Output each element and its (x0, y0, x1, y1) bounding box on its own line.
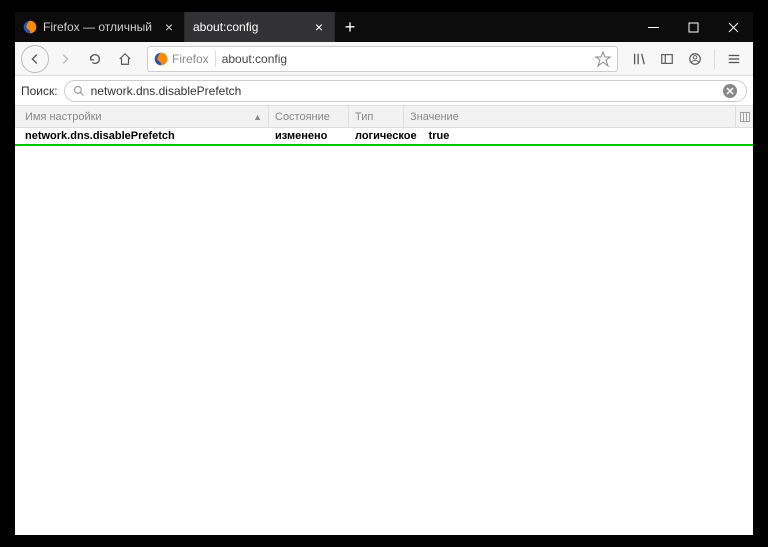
column-header-status[interactable]: Состояние (269, 106, 349, 127)
tab-1-title: about:config (193, 20, 306, 34)
column-picker-button[interactable] (735, 106, 753, 127)
search-icon (73, 85, 85, 97)
column-header-value[interactable]: Значение (404, 106, 735, 127)
home-icon (118, 52, 132, 66)
tab-1[interactable]: about:config × (185, 12, 335, 42)
arrow-right-icon (58, 52, 72, 66)
url-separator (215, 51, 216, 67)
minimize-icon (648, 22, 659, 33)
window-controls (633, 12, 753, 42)
tab-0-title: Firefox — отличный браузер (43, 20, 156, 34)
forward-button[interactable] (51, 45, 79, 73)
close-button[interactable] (713, 12, 753, 42)
reload-icon (88, 52, 102, 66)
config-search-bar: Поиск: (15, 76, 753, 106)
identity-box[interactable]: Firefox (154, 52, 209, 66)
firefox-brand-icon (154, 52, 168, 66)
tab-1-close-icon[interactable]: × (312, 20, 326, 34)
columns-icon (739, 111, 751, 123)
column-header-type[interactable]: Тип (349, 106, 404, 127)
back-button[interactable] (21, 45, 49, 73)
minimize-button[interactable] (633, 12, 673, 42)
sidebar-icon (660, 52, 674, 66)
navigation-bar: Firefox about:config (15, 42, 753, 76)
identity-label: Firefox (172, 52, 209, 66)
sidebar-button[interactable] (654, 45, 680, 73)
reload-button[interactable] (81, 45, 109, 73)
maximize-icon (688, 22, 699, 33)
clear-search-button[interactable] (722, 83, 738, 99)
maximize-button[interactable] (673, 12, 713, 42)
search-label: Поиск: (21, 84, 58, 98)
menu-button[interactable] (721, 45, 747, 73)
row-type: логическое (349, 130, 423, 142)
row-value: true (423, 130, 753, 142)
star-icon (595, 51, 611, 67)
titlebar: Firefox — отличный браузер × about:confi… (15, 12, 753, 42)
bookmark-star-button[interactable] (595, 51, 611, 67)
column-header-name[interactable]: Имя настройки ▲ (19, 106, 269, 127)
account-button[interactable] (682, 45, 708, 73)
row-name: network.dns.disablePrefetch (19, 130, 269, 142)
search-input-wrapper[interactable] (64, 80, 747, 102)
config-table-body: network.dns.disablePrefetch изменено лог… (15, 128, 753, 535)
clear-icon (722, 83, 738, 99)
row-status: изменено (269, 130, 349, 142)
url-text[interactable]: about:config (222, 52, 589, 66)
new-tab-button[interactable]: + (335, 12, 365, 42)
hamburger-icon (727, 52, 741, 66)
tab-0-close-icon[interactable]: × (162, 20, 176, 34)
search-input[interactable] (91, 84, 716, 98)
url-bar[interactable]: Firefox about:config (147, 46, 618, 72)
library-icon (632, 52, 646, 66)
sort-asc-icon: ▲ (253, 112, 262, 122)
config-row[interactable]: network.dns.disablePrefetch изменено лог… (15, 128, 753, 146)
arrow-left-icon (28, 52, 42, 66)
close-icon (728, 22, 739, 33)
browser-window: Firefox — отличный браузер × about:confi… (0, 0, 768, 547)
tab-0[interactable]: Firefox — отличный браузер × (15, 12, 185, 42)
config-table-header: Имя настройки ▲ Состояние Тип Значение (15, 106, 753, 128)
account-icon (688, 52, 702, 66)
library-button[interactable] (626, 45, 652, 73)
home-button[interactable] (111, 45, 139, 73)
firefox-icon (23, 20, 37, 34)
